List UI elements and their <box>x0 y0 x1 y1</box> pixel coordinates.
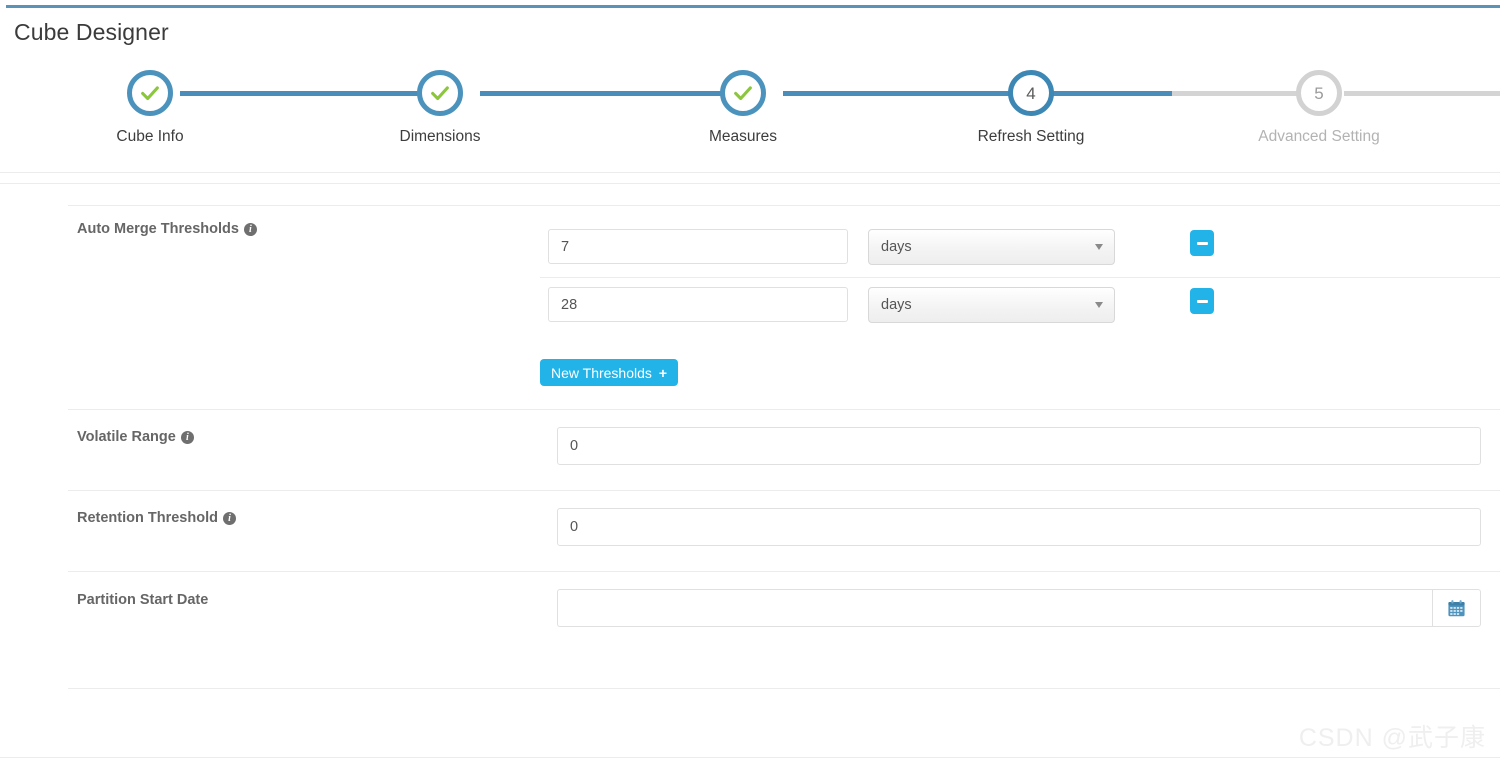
step-item-measures[interactable]: Measures <box>653 70 833 146</box>
label-retention-threshold-text: Retention Threshold <box>77 510 218 526</box>
step-connector-5-end <box>1344 91 1500 96</box>
label-auto-merge-thresholds: Auto Merge Thresholds i <box>77 221 257 237</box>
chevron-down-icon <box>1095 302 1103 308</box>
step-bullet-1[interactable] <box>127 70 173 116</box>
row-divider-partition-top <box>68 571 1500 572</box>
step-connector-1-2 <box>180 91 420 96</box>
info-icon[interactable]: i <box>180 431 194 444</box>
section-divider-top <box>0 172 1500 173</box>
label-volatile-range: Volatile Range i <box>77 429 194 445</box>
retention-threshold-input[interactable] <box>557 508 1481 546</box>
minus-icon <box>1196 241 1208 245</box>
step-bullet-2[interactable] <box>417 70 463 116</box>
auto-merge-unit-select-1[interactable]: days <box>868 229 1115 265</box>
step-label-3: Measures <box>708 128 778 145</box>
step-item-cube-info[interactable]: Cube Info <box>60 70 240 146</box>
auto-merge-remove-button-1[interactable] <box>1190 230 1214 256</box>
label-auto-merge-text: Auto Merge Thresholds <box>77 221 239 237</box>
step-item-dimensions[interactable]: Dimensions <box>350 70 530 146</box>
step-bullet-5[interactable]: 5 <box>1296 70 1342 116</box>
step-connector-4-5-empty <box>1172 91 1300 96</box>
partition-start-date-input[interactable] <box>557 589 1432 627</box>
partition-start-date-calendar-button[interactable] <box>1432 589 1481 627</box>
partition-start-date-group <box>557 589 1481 627</box>
info-icon[interactable]: i <box>243 223 257 236</box>
auto-merge-value-input-1[interactable] <box>548 229 848 264</box>
auto-merge-unit-value-2: days <box>881 297 912 313</box>
label-partition-start-date: Partition Start Date <box>77 592 209 608</box>
step-label-1: Cube Info <box>116 128 184 145</box>
label-retention-threshold: Retention Threshold i <box>77 510 236 526</box>
step-number-5: 5 <box>1314 83 1324 103</box>
step-item-refresh-setting[interactable]: 4 Refresh Setting <box>941 70 1121 146</box>
step-label-2: Dimensions <box>399 128 481 145</box>
row-divider-auto-merge-top <box>68 205 1500 206</box>
step-connector-4-5-filled <box>1044 91 1172 96</box>
step-connector-2-3 <box>480 91 723 96</box>
step-bullet-3[interactable] <box>720 70 766 116</box>
top-accent-rule <box>6 5 1500 8</box>
check-icon <box>141 86 159 101</box>
auto-merge-remove-button-2[interactable] <box>1190 288 1214 314</box>
info-icon[interactable]: i <box>222 512 236 525</box>
section-divider-top-2 <box>0 183 1500 184</box>
calendar-icon <box>1448 599 1465 616</box>
auto-merge-unit-value-1: days <box>881 239 912 255</box>
step-connector-3-4 <box>783 91 1026 96</box>
row-divider-volatile-top <box>68 409 1500 410</box>
step-label-4: Refresh Setting <box>977 128 1085 145</box>
step-bullet-4[interactable]: 4 <box>1008 70 1054 116</box>
row-divider-threshold-1 <box>540 277 1500 278</box>
plus-icon: + <box>658 364 668 381</box>
row-divider-form-bottom <box>68 688 1500 689</box>
step-label-5: Advanced Setting <box>1258 128 1380 145</box>
new-thresholds-button[interactable]: New Thresholds + <box>540 359 679 386</box>
wizard-stepper: Cube Info Dimensions Measures 4 Refresh … <box>0 70 1500 165</box>
row-divider-retention-top <box>68 490 1500 491</box>
auto-merge-unit-select-2[interactable]: days <box>868 287 1115 323</box>
footer-divider <box>0 757 1500 758</box>
check-icon <box>734 86 752 101</box>
minus-icon <box>1196 299 1208 303</box>
volatile-range-input[interactable] <box>557 427 1481 465</box>
chevron-down-icon <box>1095 244 1103 250</box>
auto-merge-value-input-2[interactable] <box>548 287 848 322</box>
new-thresholds-label: New Thresholds <box>551 364 652 381</box>
page-title: Cube Designer <box>14 19 169 45</box>
label-volatile-range-text: Volatile Range <box>77 429 176 445</box>
step-number-4: 4 <box>1026 83 1036 103</box>
step-item-advanced-setting[interactable]: 5 Advanced Setting <box>1229 70 1409 146</box>
watermark: CSDN @武子康 <box>1298 724 1486 752</box>
check-icon <box>431 86 449 101</box>
